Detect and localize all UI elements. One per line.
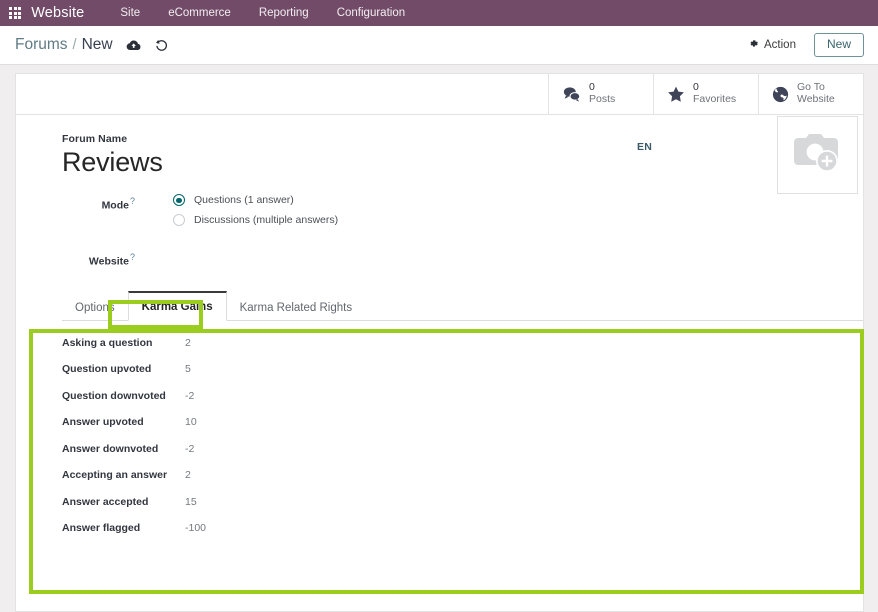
karma-value[interactable]: 5	[174, 363, 191, 375]
karma-label: Accepting an answer	[62, 469, 168, 482]
karma-label: Answer accepted	[62, 495, 149, 508]
breadcrumb-current-new: New	[81, 36, 113, 53]
globe-icon	[772, 86, 789, 103]
karma-value[interactable]: -2	[174, 390, 194, 402]
karma-row-accepting-an-answer: Accepting an answer 2	[62, 469, 863, 481]
karma-label: Answer downvoted	[62, 442, 159, 455]
action-button-label: Action	[764, 38, 796, 51]
karma-label: Answer flagged	[62, 522, 141, 535]
forum-name-block: Forum Name Reviews	[16, 133, 863, 179]
karma-row-question-upvoted: Question upvoted 5	[62, 363, 863, 375]
stat-website-label: Website	[797, 93, 835, 105]
star-icon	[667, 86, 685, 103]
karma-value[interactable]: 10	[174, 416, 197, 428]
forum-name-label: Forum Name	[62, 133, 128, 145]
radio-discussions[interactable]	[173, 214, 185, 227]
stat-button-posts[interactable]: 0 Posts	[548, 74, 653, 114]
karma-row-question-downvoted: Question downvoted -2	[62, 390, 863, 402]
nav-item-reporting[interactable]: Reporting	[245, 7, 323, 19]
tab-options[interactable]: Options	[62, 292, 128, 321]
stat-button-posts-text: 0 Posts	[589, 81, 616, 106]
apps-grid-icon[interactable]	[9, 6, 22, 20]
stat-button-favorites-text: 0 Favorites	[693, 81, 737, 106]
tab-karma-related-rights[interactable]: Karma Related Rights	[227, 292, 366, 321]
nav-item-configuration[interactable]: Configuration	[323, 7, 419, 19]
form-body: Forum Name Reviews EN Mode? Questions (1…	[16, 115, 863, 534]
notebook-tabs: Options Karma Gains Karma Related Rights	[62, 290, 863, 321]
karma-label: Asking a question	[62, 336, 153, 349]
top-navbar: Website Site eCommerce Reporting Configu…	[0, 0, 878, 26]
karma-value[interactable]: -2	[174, 443, 194, 455]
karma-row-answer-accepted: Answer accepted 15	[62, 496, 863, 508]
nav-item-ecommerce[interactable]: eCommerce	[154, 7, 245, 19]
tab-karma-gains[interactable]: Karma Gains	[127, 290, 227, 321]
undo-icon[interactable]	[155, 38, 169, 52]
camera-add-icon	[791, 130, 845, 181]
stat-button-bar: 0 Posts 0 Favorites Go To Website	[16, 74, 863, 115]
karma-row-asking-a-question: Asking a question 2	[62, 337, 863, 349]
stat-posts-label: Posts	[589, 93, 616, 105]
navbar-menu: Site eCommerce Reporting Configuration	[106, 7, 419, 19]
karma-value[interactable]: -100	[174, 522, 206, 534]
stat-button-go-to-website[interactable]: Go To Website	[758, 74, 863, 114]
new-button[interactable]: New	[813, 33, 864, 57]
mode-option-questions[interactable]: Questions (1 answer)	[173, 194, 338, 207]
comments-icon	[562, 86, 581, 102]
field-row-website: Website?	[16, 250, 863, 268]
mode-option-questions-label: Questions (1 answer)	[194, 194, 294, 207]
gear-icon	[748, 38, 759, 52]
karma-value[interactable]: 2	[174, 337, 191, 349]
karma-row-answer-downvoted: Answer downvoted -2	[62, 443, 863, 455]
breadcrumb: Forums / New	[15, 36, 113, 54]
nav-item-site[interactable]: Site	[106, 7, 154, 19]
cloud-upload-icon[interactable]	[126, 39, 141, 52]
sheet-container: 0 Posts 0 Favorites Go To Website Forum …	[0, 65, 878, 612]
control-panel-right: Action New	[744, 33, 864, 57]
mode-options: Questions (1 answer) Discussions (multip…	[135, 194, 338, 234]
form-sheet: 0 Posts 0 Favorites Go To Website Forum …	[15, 73, 864, 612]
karma-value[interactable]: 2	[174, 469, 191, 481]
record-actions	[126, 38, 169, 52]
mode-option-discussions-label: Discussions (multiple answers)	[194, 214, 339, 227]
stat-button-go-to-website-text: Go To Website	[797, 81, 835, 106]
mode-option-discussions[interactable]: Discussions (multiple answers)	[173, 214, 339, 227]
forum-name-input[interactable]: Reviews	[62, 146, 863, 179]
mode-label: Mode?	[101, 196, 135, 212]
stat-button-favorites[interactable]: 0 Favorites	[653, 74, 758, 114]
radio-questions[interactable]	[173, 194, 185, 207]
action-button[interactable]: Action	[744, 35, 800, 55]
field-row-mode: Mode? Questions (1 answer) Discussions (…	[16, 194, 863, 234]
forum-image-upload[interactable]	[777, 116, 858, 194]
karma-label: Question downvoted	[62, 389, 166, 402]
stat-favorites-label: Favorites	[693, 93, 737, 105]
app-brand-website[interactable]: Website	[31, 5, 84, 21]
language-badge-en[interactable]: EN	[637, 141, 652, 153]
karma-value[interactable]: 15	[174, 496, 197, 508]
karma-row-answer-flagged: Answer flagged -100	[62, 522, 863, 534]
karma-row-answer-upvoted: Answer upvoted 10	[62, 416, 863, 428]
karma-label: Answer upvoted	[62, 416, 144, 429]
website-label: Website?	[88, 252, 135, 268]
website-help-icon[interactable]: ?	[130, 252, 135, 262]
breadcrumb-separator: /	[72, 37, 77, 53]
karma-gains-panel: Asking a question 2 Question upvoted 5 Q…	[16, 321, 863, 535]
breadcrumb-forums[interactable]: Forums	[15, 36, 68, 54]
karma-label: Question upvoted	[62, 363, 152, 376]
control-panel: Forums / New Action New	[0, 26, 878, 65]
